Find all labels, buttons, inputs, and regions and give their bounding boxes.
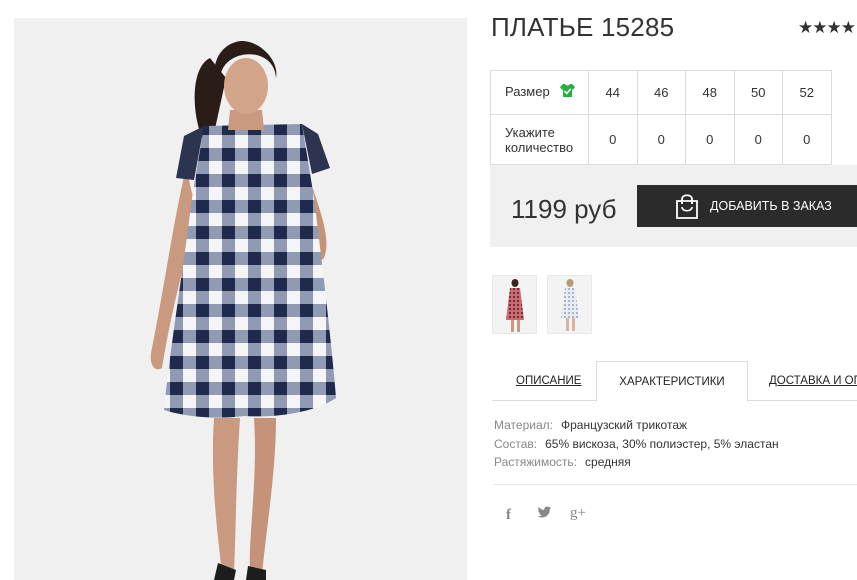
tab-description[interactable]: ОПИСАНИЕ [516, 361, 581, 402]
product-main-photo[interactable] [14, 18, 467, 580]
size-value: 46 [636, 70, 686, 115]
twitter-icon[interactable] [537, 506, 552, 523]
spec-value: Французский трикотаж [560, 418, 688, 432]
size-chart-icon[interactable] [559, 83, 576, 101]
google-plus-icon[interactable]: g+ [570, 505, 586, 522]
spec-key: Растяжимость: [494, 455, 578, 469]
shopping-bag-icon [675, 193, 699, 222]
quantity-input[interactable]: 0 [588, 114, 638, 165]
dress-model-image [14, 18, 467, 580]
size-value: 48 [685, 70, 735, 115]
size-value: 50 [733, 70, 783, 115]
spec-row-material: Материал: Французский трикотаж [494, 416, 779, 435]
spec-key: Материал: [494, 418, 553, 432]
spec-row-composition: Состав: 65% вискоза, 30% полиэстер, 5% эл… [494, 435, 779, 454]
price-box: 1199 руб ДОБАВИТЬ В ЗАКАЗ [490, 165, 857, 247]
spec-value: 65% вискоза, 30% полиэстер, 5% эластан [545, 436, 779, 451]
product-title: ПЛАТЬЕ 15285 [491, 12, 675, 42]
spec-value: средняя [585, 455, 631, 469]
quantity-input[interactable]: 0 [733, 114, 783, 165]
divider [494, 484, 857, 485]
spec-row-stretch: Растяжимость: средняя [494, 453, 779, 472]
size-label: Размер [505, 84, 550, 100]
thumbnail-image [493, 276, 536, 333]
tab-characteristics[interactable]: ХАРАКТЕРИСТИКИ [596, 361, 748, 402]
size-label-cell: Размер [490, 70, 589, 115]
add-to-order-button[interactable]: ДОБАВИТЬ В ЗАКАЗ [637, 185, 857, 227]
quantity-input[interactable]: 0 [685, 114, 735, 165]
spec-key: Состав: [494, 436, 538, 451]
tab-delivery-payment[interactable]: ДОСТАВКА И ОПЛ [769, 361, 857, 402]
size-value: 52 [782, 70, 832, 115]
quantity-label: Укажите количество [490, 114, 589, 165]
product-price: 1199 руб [511, 194, 617, 224]
size-value: 44 [588, 70, 638, 115]
quantity-input[interactable]: 0 [782, 114, 832, 165]
size-row: Размер 44 46 48 50 52 [490, 70, 832, 115]
rating-stars[interactable]: ★★★★ [798, 18, 856, 38]
add-to-order-label: ДОБАВИТЬ В ЗАКАЗ [710, 199, 832, 213]
product-thumbnail[interactable] [492, 275, 537, 334]
quantity-row: Укажите количество 0 0 0 0 0 [490, 114, 832, 165]
size-quantity-table: Размер 44 46 48 50 52 Укажите количество… [490, 70, 832, 165]
product-tabs: ОПИСАНИЕ ХАРАКТЕРИСТИКИ ДОСТАВКА И ОПЛ [492, 361, 857, 402]
thumbnail-image [548, 276, 591, 333]
quantity-input[interactable]: 0 [636, 114, 686, 165]
facebook-icon[interactable]: f [506, 507, 511, 524]
product-specs: Материал: Французский трикотаж Состав: 65%… [494, 416, 779, 472]
product-thumbnail[interactable] [547, 275, 592, 334]
